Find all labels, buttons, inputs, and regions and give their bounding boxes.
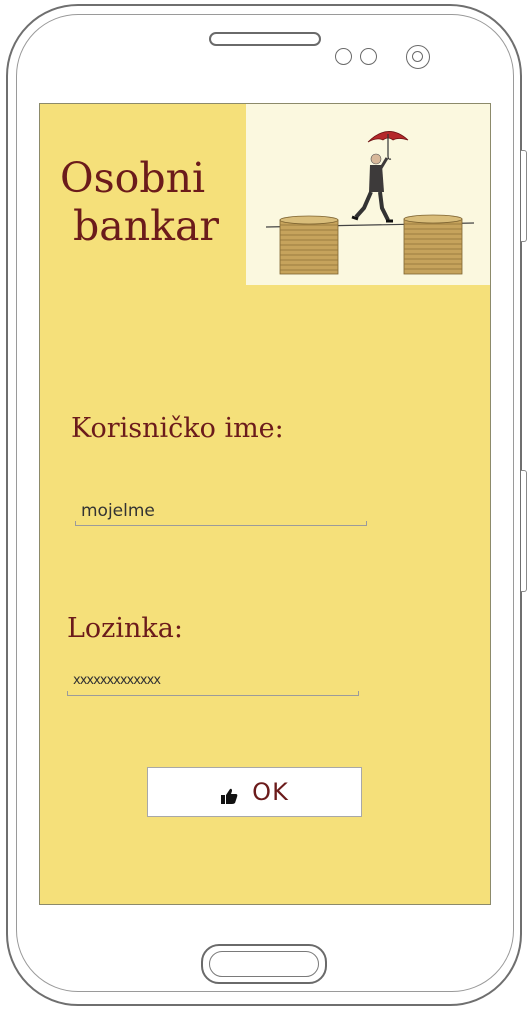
ok-button[interactable]: OK [147, 767, 362, 817]
username-underline [75, 521, 367, 526]
username-input[interactable]: mojelme [75, 500, 367, 526]
businessman-figure [351, 131, 409, 223]
coin-stack-right [403, 214, 463, 275]
proximity-sensor [335, 48, 352, 65]
volume-button [521, 150, 527, 242]
coin-stack-left [279, 215, 339, 275]
app-title: Osobni bankar [60, 154, 220, 250]
password-value: xxxxxxxxxxxxx [73, 673, 161, 688]
app-screen: Osobni bankar Korisničko ime: mojelme Lo… [39, 103, 491, 905]
home-button[interactable] [201, 944, 327, 984]
ok-label: OK [252, 778, 289, 806]
banner-image [246, 104, 490, 285]
thumbs-up-icon [220, 783, 238, 804]
password-label: Lozinka: [67, 613, 183, 644]
light-sensor [360, 48, 377, 65]
tightrope-illustration [265, 131, 475, 275]
username-label: Korisničko ime: [71, 413, 284, 444]
username-value: mojelme [81, 501, 155, 521]
password-underline [67, 691, 359, 696]
front-camera [406, 45, 430, 69]
power-button [521, 470, 527, 592]
password-input[interactable]: xxxxxxxxxxxxx [67, 670, 359, 696]
earpiece-speaker [209, 32, 321, 46]
